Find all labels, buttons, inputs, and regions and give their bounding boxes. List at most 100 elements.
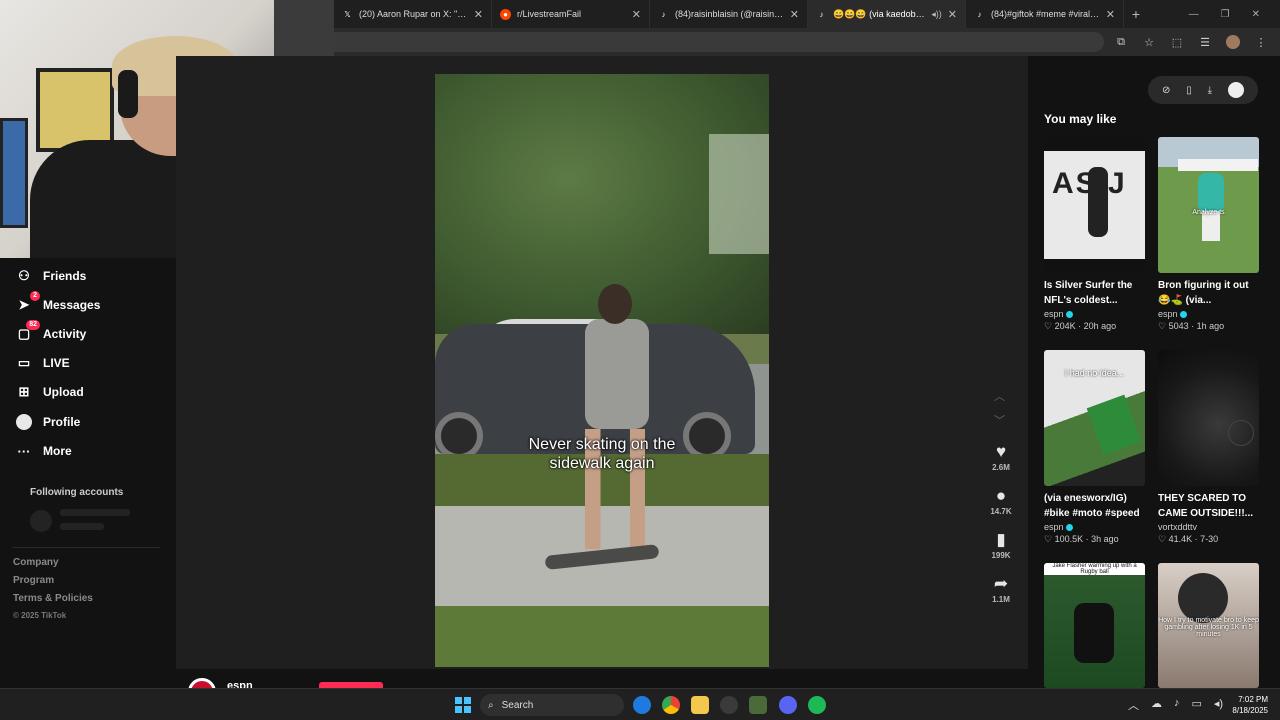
sidebar-item-profile[interactable]: Profile xyxy=(16,414,80,430)
thumb-fence xyxy=(1178,159,1258,171)
reading-list-icon[interactable]: ☰ xyxy=(1198,35,1212,49)
tab-title: 😄😄😄 (via kaedobrien/I xyxy=(833,8,926,19)
close-window-icon[interactable]: ✕ xyxy=(1252,9,1260,20)
address-bar[interactable] xyxy=(334,32,1104,52)
spotify-icon[interactable] xyxy=(808,696,826,714)
monitor-icon[interactable]: ▭ xyxy=(1192,697,1202,713)
sidebar-item-upload[interactable]: ⊞ Upload xyxy=(16,384,84,400)
sidebar-item-more[interactable]: ··· More xyxy=(16,443,72,459)
thumb-overlay-text: How I try to motivate bro to keep gambli… xyxy=(1158,617,1259,638)
tab-2[interactable]: ♪ (84)raisinblaisin (@raisinblaisin ✕ xyxy=(650,0,808,28)
maximize-icon[interactable]: ❐ xyxy=(1221,9,1230,20)
footer-link-company[interactable]: Company xyxy=(13,557,59,568)
menu-kebab-icon[interactable]: ⋮ xyxy=(1254,35,1268,49)
sidebar-item-label: Profile xyxy=(43,415,81,429)
chrome-icon[interactable] xyxy=(662,696,680,714)
tab-3-active[interactable]: ♪ 😄😄😄 (via kaedobrien/I ◂)) ✕ xyxy=(808,0,966,28)
settings-icon[interactable] xyxy=(720,696,738,714)
activity-badge: 82 xyxy=(26,320,40,330)
webcam-poster-left xyxy=(0,118,28,228)
extensions-icon[interactable]: ⬚ xyxy=(1170,35,1184,49)
recommendation-card[interactable]: AS J Is Silver Surfer the NFL's coldest.… xyxy=(1044,137,1145,332)
volume-icon[interactable]: ◂) xyxy=(1214,697,1223,713)
card-meta: ♡ 5043 · 1h ago xyxy=(1158,321,1225,331)
heart-outline-icon: ♡ xyxy=(1044,534,1055,544)
save-button[interactable]: ▮ 199K xyxy=(979,530,1023,560)
edge-icon[interactable] xyxy=(633,696,651,714)
taskbar-clock[interactable]: 7:02 PM 8/18/2025 xyxy=(1232,694,1268,716)
next-video-preview: espn xyxy=(176,669,1028,706)
recommendation-card[interactable]: How I try to motivate bro to keep gambli… xyxy=(1158,563,1259,688)
card-author: vortxddttv xyxy=(1158,522,1259,532)
previous-video-icon[interactable]: ︿ xyxy=(994,388,1005,404)
comment-button[interactable]: ● 14.7K xyxy=(979,486,1023,516)
messages-icon: ➤ 2 xyxy=(16,291,40,313)
taskbar-search-label: Search xyxy=(501,699,534,711)
video-tools-bar: ⊘ ▯ ⤓ xyxy=(1148,76,1258,104)
skeleton-line xyxy=(60,523,104,530)
theme-toggle[interactable] xyxy=(1228,82,1244,98)
tiktok-icon: ♪ xyxy=(977,9,982,19)
chevron-up-icon[interactable]: ︿ xyxy=(1128,697,1139,713)
new-tab-button[interactable]: + xyxy=(1124,6,1148,22)
taskbar-search[interactable]: ⌕ Search xyxy=(480,694,624,716)
card-title: (via enesworx/IG) #bike #moto #speed xyxy=(1044,493,1140,519)
window-controls: — ❐ ✕ xyxy=(1189,9,1280,20)
close-tab-icon[interactable]: ✕ xyxy=(948,8,957,21)
tab-0[interactable]: 𝕏 (20) Aaron Rupar on X: "Trump ✕ xyxy=(334,0,492,28)
friends-icon: ⚇ xyxy=(18,268,30,283)
card-author: espn xyxy=(1044,309,1145,319)
card-author-name: vortxddttv xyxy=(1158,522,1198,532)
sidebar-item-label: Upload xyxy=(43,385,84,399)
footer-link-program[interactable]: Program xyxy=(13,575,54,586)
sidebar-item-live[interactable]: ▭ LIVE xyxy=(16,355,70,371)
bookmark-star-icon[interactable]: ☆ xyxy=(1142,35,1156,49)
profile-icon xyxy=(16,414,32,430)
close-tab-icon[interactable]: ✕ xyxy=(474,8,483,21)
video-player[interactable]: Never skating on the sidewalk again xyxy=(435,74,769,667)
close-tab-icon[interactable]: ✕ xyxy=(632,8,641,21)
profile-avatar-icon[interactable] xyxy=(1226,35,1240,49)
card-thumbnail: How I try to motivate bro to keep gambli… xyxy=(1158,563,1259,688)
next-video-icon[interactable]: ﹀ xyxy=(994,412,1005,428)
autoscroll-icon[interactable]: ⊘ xyxy=(1162,85,1170,96)
tab-1[interactable]: ● r/LivestreamFail ✕ xyxy=(492,0,650,28)
cast-icon[interactable]: ⧉ xyxy=(1114,35,1128,49)
discord-icon[interactable] xyxy=(779,696,797,714)
minimize-icon[interactable]: — xyxy=(1189,9,1199,20)
skeleton-avatar xyxy=(30,510,52,532)
download-icon[interactable]: ⤓ xyxy=(1208,85,1212,96)
activity-icon: ▢ 82 xyxy=(16,320,40,342)
card-age: 7-30 xyxy=(1200,534,1219,544)
recommendation-card[interactable]: Analyze ts Bron figuring it out 😂⛳ (via.… xyxy=(1158,137,1259,332)
recommendation-card[interactable]: THEY SCARED TO CAME OUTSIDE!!!... vortxd… xyxy=(1158,350,1259,545)
card-thumbnail: Analyze ts xyxy=(1158,137,1259,273)
thumb-player xyxy=(1074,603,1114,663)
close-tab-icon[interactable]: ✕ xyxy=(1106,8,1115,21)
x-logo-icon: 𝕏 xyxy=(344,9,351,19)
file-explorer-icon[interactable] xyxy=(691,696,709,714)
app-icon[interactable] xyxy=(749,696,767,714)
like-button[interactable]: ♥ 2.6M xyxy=(979,442,1023,472)
sidebar-item-activity[interactable]: ▢ 82 Activity xyxy=(16,320,86,342)
footer-link-terms[interactable]: Terms & Policies xyxy=(13,593,93,604)
mini-player-icon[interactable]: ▯ xyxy=(1186,85,1192,96)
sidebar-item-messages[interactable]: ➤ 2 Messages xyxy=(16,291,100,313)
bookmark-icon: ▮ xyxy=(996,530,1006,549)
close-tab-icon[interactable]: ✕ xyxy=(790,8,799,21)
microphone-icon[interactable]: ♪ xyxy=(1174,697,1180,713)
recommendation-card[interactable]: I had no idea... (via enesworx/IG) #bike… xyxy=(1044,350,1145,545)
tab-4[interactable]: ♪ (84)#giftok #meme #viral #fun ✕ xyxy=(966,0,1124,28)
verified-badge-icon xyxy=(1179,310,1187,318)
thumb-overlay-text: Analyze ts xyxy=(1192,209,1225,216)
cloud-icon[interactable]: ☁ xyxy=(1151,697,1162,713)
heart-outline-icon: ♡ xyxy=(1044,321,1055,331)
sidebar-item-friends[interactable]: ⚇ Friends xyxy=(16,268,86,284)
upload-icon: ⊞ xyxy=(18,384,30,399)
thumb-overlay-text: I had no idea... xyxy=(1064,368,1125,378)
share-button[interactable]: ➦ 1.1M xyxy=(979,574,1023,604)
screen: 𝕏 (20) Aaron Rupar on X: "Trump ✕ ● r/Li… xyxy=(0,0,1280,720)
recommendation-card[interactable]: Jake Flasher warming up with a Rugby bal… xyxy=(1044,563,1145,688)
speaker-icon[interactable]: ◂)) xyxy=(931,9,942,20)
windows-start-icon[interactable] xyxy=(455,697,471,713)
